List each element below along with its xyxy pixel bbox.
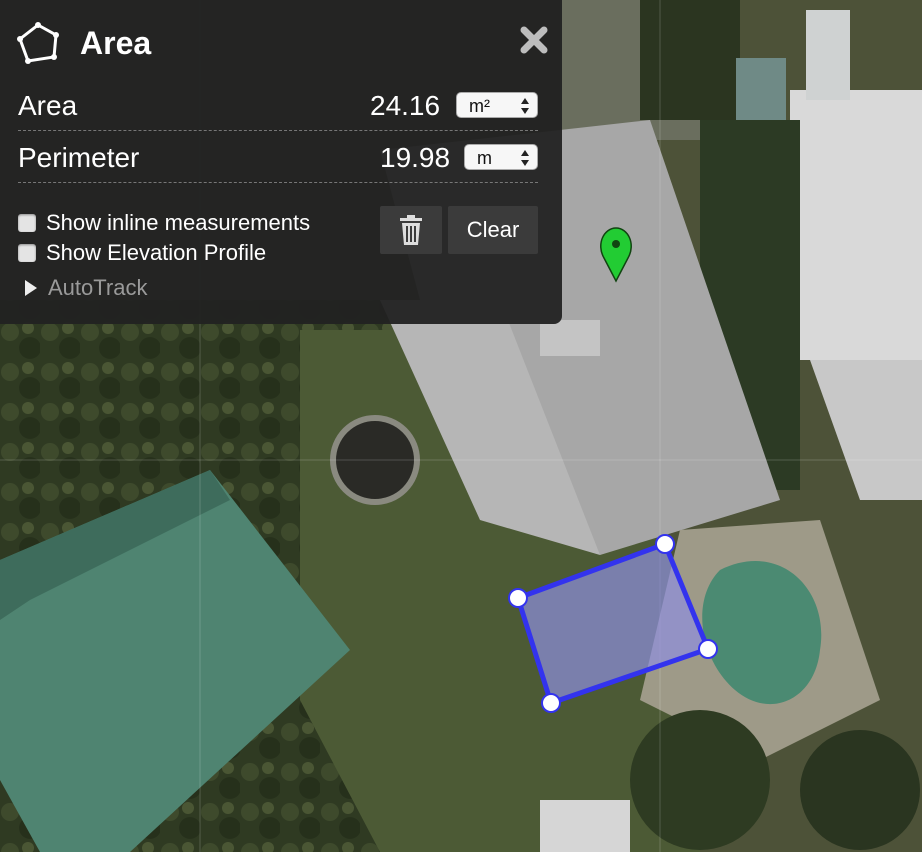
area-unit-select[interactable]: m² <box>456 92 538 118</box>
right-roof <box>790 90 922 360</box>
elevation-profile-label: Show Elevation Profile <box>46 240 267 265</box>
perimeter-value: 19.98 <box>380 142 451 173</box>
autotrack-toggle[interactable]: AutoTrack <box>24 275 147 301</box>
trash-icon <box>400 215 422 245</box>
area-value: 24.16 <box>370 90 441 121</box>
small-shed <box>736 58 786 124</box>
inline-measurements-label: Show inline measurements <box>46 210 311 235</box>
polygon-vertex-handle[interactable] <box>541 693 561 713</box>
autotrack-label: AutoTrack <box>48 275 148 300</box>
area-unit-value: m² <box>469 96 490 116</box>
roof-vent <box>540 320 600 356</box>
panel-header: Area <box>16 20 151 66</box>
checkbox-box[interactable] <box>18 244 36 262</box>
clear-button[interactable]: Clear <box>448 206 538 254</box>
elevation-profile-checkbox[interactable]: Show Elevation Profile <box>18 240 266 266</box>
panel-title: Area <box>80 24 152 61</box>
bottom-roof <box>540 800 630 852</box>
area-label: Area <box>18 90 78 121</box>
trees-top <box>640 0 740 120</box>
polygon-vertex-handle[interactable] <box>508 588 528 608</box>
delete-button[interactable] <box>380 206 442 254</box>
polygon-icon <box>17 22 59 64</box>
select-arrows-icon <box>521 150 529 166</box>
perimeter-unit-select[interactable]: m <box>464 144 538 170</box>
triangle-right-icon <box>25 280 37 296</box>
polygon-vertex-handle[interactable] <box>655 534 675 554</box>
select-arrows-icon <box>521 98 529 114</box>
shed-roof <box>806 10 850 100</box>
measure-panel: Area Area 24.16 m² Perimeter 19.98 m Sho… <box>0 0 562 324</box>
area-row: Area 24.16 m² <box>18 86 538 131</box>
inline-measurements-checkbox[interactable]: Show inline measurements <box>18 210 310 236</box>
polygon-vertex-handle[interactable] <box>698 639 718 659</box>
perimeter-label: Perimeter <box>18 142 140 173</box>
checkbox-box[interactable] <box>18 214 36 232</box>
perimeter-row: Perimeter 19.98 m <box>18 138 538 183</box>
close-icon[interactable] <box>518 24 550 56</box>
palm-2 <box>800 730 920 850</box>
perimeter-unit-value: m <box>477 148 492 168</box>
palm-1 <box>630 710 770 850</box>
